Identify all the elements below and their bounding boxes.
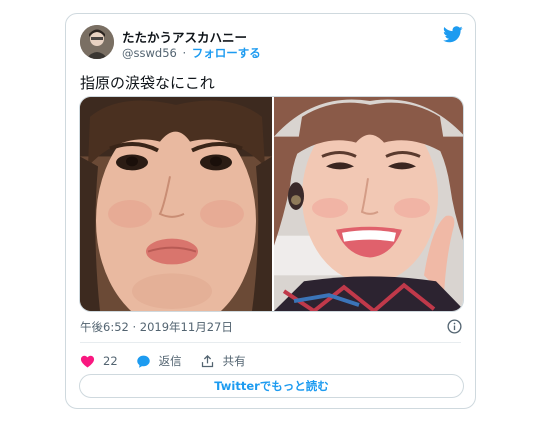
like-count: 22	[103, 354, 118, 368]
heart-icon	[80, 355, 95, 367]
author-handle-line: @sswd56 · フォローする	[122, 45, 261, 61]
author-display-name[interactable]: たたかうアスカハニー	[122, 27, 247, 46]
avatar[interactable]	[80, 25, 114, 59]
twitter-bird-icon[interactable]	[443, 26, 463, 43]
author-handle[interactable]: @sswd56	[122, 46, 177, 60]
tweet-timestamp[interactable]: 午後6:52 · 2019年11月27日	[80, 319, 233, 335]
share-icon	[201, 354, 213, 367]
photo-right[interactable]	[274, 97, 464, 311]
follow-link[interactable]: フォローする	[192, 46, 261, 60]
tweet-text: 指原の涙袋なにこれ	[80, 74, 215, 92]
like-button[interactable]: 22	[80, 354, 118, 369]
share-button[interactable]: 共有	[200, 353, 246, 369]
share-label: 共有	[222, 354, 246, 368]
reply-icon	[136, 355, 150, 368]
tweet-actions: 22 返信 共有	[80, 351, 264, 371]
separator-dot: ·	[182, 46, 187, 60]
tweet-media[interactable]	[79, 96, 464, 312]
reply-button[interactable]: 返信	[136, 353, 182, 369]
tweet-embed-card: たたかうアスカハニー @sswd56 · フォローする 指原の涙袋なにこれ 午後…	[65, 13, 476, 409]
divider	[80, 342, 461, 343]
read-more-button[interactable]: Twitterでもっと読む	[79, 374, 464, 398]
photo-left[interactable]	[80, 97, 272, 311]
reply-label: 返信	[158, 354, 182, 368]
info-icon[interactable]	[447, 319, 462, 334]
